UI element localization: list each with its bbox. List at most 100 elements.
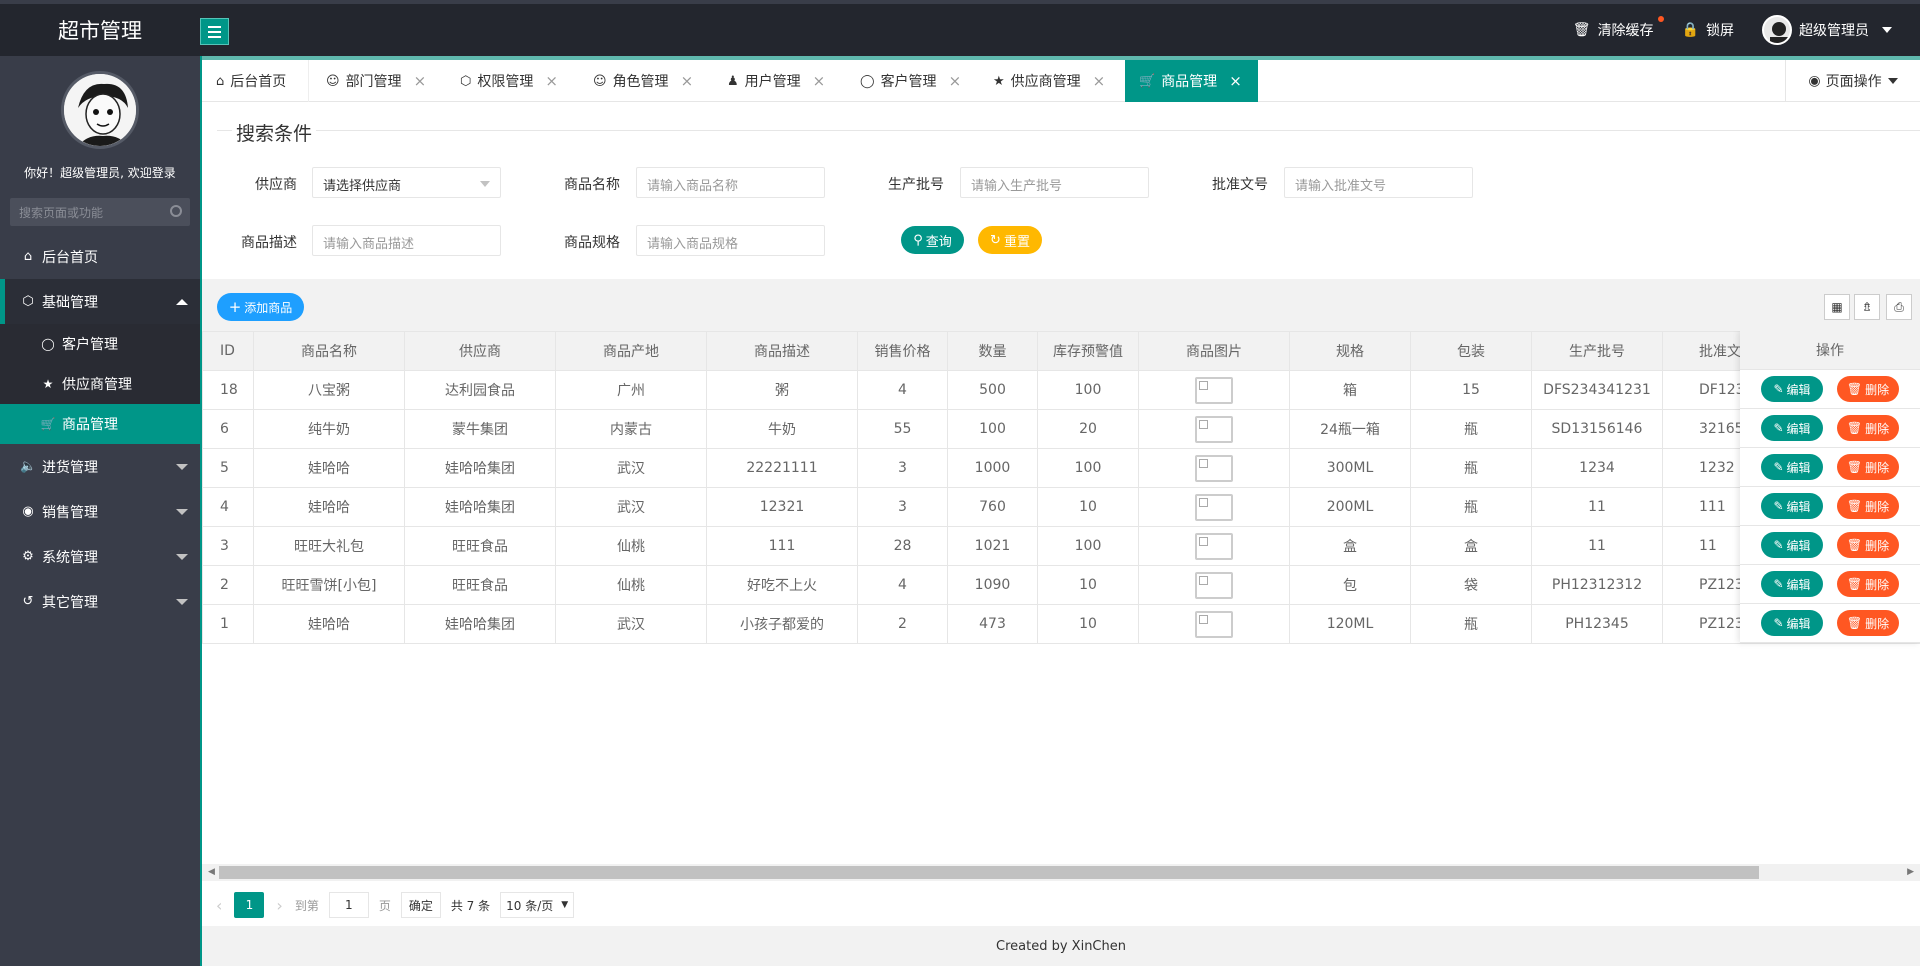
- edit-button[interactable]: ✎ 编辑: [1761, 571, 1823, 597]
- page-size-select[interactable]: 10 条/页 ▼: [500, 892, 575, 918]
- page-operations-dropdown[interactable]: ◉ 页面操作: [1785, 60, 1920, 102]
- page-operations-label: 页面操作: [1825, 74, 1882, 90]
- table-row[interactable]: 2 旺旺雪饼[小包] 旺旺食品 仙桃 好吃不上火 4 1090 10 包袋 PH12312312 P…: [202, 565, 1920, 605]
- table-cell: 11: [1531, 526, 1663, 566]
- table-cell: 473: [947, 604, 1038, 644]
- goods-image-cell: [1138, 487, 1290, 527]
- sidebar-item-purchase[interactable]: 🔈 进货管理: [0, 444, 200, 489]
- trash-icon: 🗑: [1572, 22, 1591, 38]
- table-cell: 3: [857, 487, 948, 527]
- supplier-select[interactable]: 请选择供应商: [312, 167, 501, 198]
- goods-spec-label: 商品规格: [564, 235, 620, 251]
- delete-button[interactable]: 🗑 删除: [1837, 571, 1899, 597]
- lock-label: 锁屏: [1706, 23, 1734, 39]
- tab-supplier[interactable]: ★ 供应商管理 ×: [993, 60, 1105, 102]
- page-1-button[interactable]: 1: [234, 892, 265, 918]
- table-cell: 旺旺雪饼[小包]: [253, 565, 405, 605]
- scroll-left-icon[interactable]: ◀: [208, 867, 215, 877]
- sidebar-item-home[interactable]: ⌂ 后台首页: [0, 234, 200, 279]
- column-header[interactable]: 规格: [1289, 331, 1411, 371]
- table-row[interactable]: 3 旺旺大礼包 旺旺食品 仙桃 111 28 1021 100 盒盒 11 11: [202, 526, 1920, 566]
- goto-page-input[interactable]: 1: [328, 892, 369, 918]
- tab-customer[interactable]: ◯ 客户管理 ×: [860, 60, 961, 102]
- edit-button[interactable]: ✎ 编辑: [1761, 415, 1823, 441]
- column-header[interactable]: 数量: [947, 331, 1038, 371]
- columns-filter-button[interactable]: ▦: [1824, 294, 1850, 320]
- print-button[interactable]: ⎙: [1886, 294, 1912, 320]
- table-row[interactable]: 4 娃哈哈 娃哈哈集团 武汉 12321 3 760 10 200ML 瓶 11 111: [202, 487, 1920, 527]
- table-row[interactable]: 6 纯牛奶 蒙牛集团 内蒙古 牛奶 55 100 20 24瓶一箱瓶 SD13156146 3216…: [202, 409, 1920, 449]
- delete-button[interactable]: 🗑 删除: [1837, 376, 1899, 402]
- goods-desc-input[interactable]: 请输入商品描述: [312, 225, 501, 256]
- column-header[interactable]: 供应商: [404, 331, 556, 371]
- delete-button[interactable]: 🗑 删除: [1837, 493, 1899, 519]
- close-icon[interactable]: ×: [681, 72, 694, 90]
- goods-name-input[interactable]: 请输入商品名称: [636, 167, 825, 198]
- close-icon[interactable]: ×: [545, 72, 558, 90]
- batch-input[interactable]: 请输入生产批号: [960, 167, 1149, 198]
- cart-icon: 🛒: [40, 417, 56, 431]
- column-header[interactable]: 包装: [1410, 331, 1532, 371]
- table-row[interactable]: 18 八宝粥 达利园食品 广州粥 4 500 100 箱 15 DFS234341231 DF123…: [202, 370, 1920, 410]
- edit-button[interactable]: ✎ 编辑: [1761, 610, 1823, 636]
- column-header[interactable]: 商品图片: [1138, 331, 1290, 371]
- add-goods-button[interactable]: + 添加商品: [217, 293, 304, 321]
- delete-button[interactable]: 🗑 删除: [1837, 532, 1899, 558]
- column-header[interactable]: 库存预警值: [1037, 331, 1139, 371]
- sidebar-item-basic[interactable]: ⬡ 基础管理: [0, 279, 200, 324]
- lock-screen-button[interactable]: 🔒 锁屏: [1682, 20, 1734, 40]
- column-header[interactable]: 商品描述: [706, 331, 858, 371]
- tab-role[interactable]: ☺ 角色管理 ×: [593, 60, 693, 102]
- sidebar-item-other[interactable]: ↺ 其它管理: [0, 579, 200, 624]
- sidebar-item-goods[interactable]: 🛒 商品管理: [0, 404, 200, 444]
- sidebar-item-label: 其它管理: [42, 594, 98, 611]
- prev-page-icon[interactable]: ‹: [216, 896, 222, 915]
- table-row[interactable]: 5 娃哈哈 娃哈哈集团 武汉 22221111 3 1000 100 300ML 瓶 1234 123…: [202, 448, 1920, 488]
- edit-button[interactable]: ✎ 编辑: [1761, 493, 1823, 519]
- column-header[interactable]: 商品名称: [253, 331, 405, 371]
- next-page-icon[interactable]: ›: [276, 896, 282, 915]
- sidebar-search-input[interactable]: 搜索页面或功能: [10, 198, 190, 226]
- edit-button[interactable]: ✎ 编辑: [1761, 376, 1823, 402]
- delete-button[interactable]: 🗑 删除: [1837, 610, 1899, 636]
- sidebar-item-system[interactable]: ⚙ 系统管理: [0, 534, 200, 579]
- approval-input[interactable]: 请输入批准文号: [1284, 167, 1473, 198]
- tab-home[interactable]: ⌂ 后台首页: [216, 60, 286, 102]
- close-icon[interactable]: ×: [813, 72, 826, 90]
- export-button[interactable]: ⇯: [1854, 294, 1880, 320]
- sidebar-item-label: 销售管理: [42, 504, 98, 521]
- tab-goods[interactable]: 🛒 商品管理 ×: [1125, 60, 1258, 102]
- tab-user[interactable]: ♟ 用户管理 ×: [727, 60, 825, 102]
- close-icon[interactable]: ×: [949, 72, 962, 90]
- goods-spec-input[interactable]: 请输入商品规格: [636, 225, 825, 256]
- scrollbar-thumb[interactable]: [219, 866, 1759, 879]
- close-icon[interactable]: ×: [414, 72, 427, 90]
- horizontal-scrollbar[interactable]: ◀ ▶: [202, 864, 1920, 881]
- column-header[interactable]: 商品产地: [555, 331, 707, 371]
- search-icon: [170, 205, 182, 217]
- goto-confirm-button[interactable]: 确定: [400, 892, 441, 918]
- delete-button[interactable]: 🗑 删除: [1837, 454, 1899, 480]
- sidebar-item-supplier[interactable]: ★ 供应商管理: [0, 364, 200, 404]
- sidebar-item-customer[interactable]: ◯ 客户管理: [0, 324, 200, 364]
- tab-permission[interactable]: ⬡ 权限管理 ×: [460, 60, 558, 102]
- edit-label: 编辑: [1786, 421, 1811, 436]
- table-row[interactable]: 1 娃哈哈 娃哈哈集团 武汉 小孩子都爱的 2 473 10 120ML 瓶 PH12345 PZ12…: [202, 604, 1920, 644]
- column-header[interactable]: ID: [202, 331, 254, 371]
- sidebar-item-sales[interactable]: ◉ 销售管理: [0, 489, 200, 534]
- clear-cache-button[interactable]: 🗑 清除缓存: [1572, 16, 1664, 40]
- query-button[interactable]: ⚲ 查询: [901, 226, 964, 254]
- column-header[interactable]: 生产批号: [1531, 331, 1663, 371]
- edit-button[interactable]: ✎ 编辑: [1761, 454, 1823, 480]
- scroll-right-icon[interactable]: ▶: [1907, 867, 1914, 877]
- column-header[interactable]: 销售价格: [857, 331, 948, 371]
- menu-toggle-button[interactable]: [200, 18, 229, 45]
- close-icon[interactable]: ×: [1093, 72, 1106, 90]
- delete-button[interactable]: 🗑 删除: [1837, 415, 1899, 441]
- reset-button[interactable]: ↻ 重置: [978, 226, 1042, 254]
- user-menu[interactable]: 超级管理员: [1762, 15, 1892, 45]
- edit-button[interactable]: ✎ 编辑: [1761, 532, 1823, 558]
- table-cell: 4: [857, 565, 948, 605]
- tab-department[interactable]: ☺ 部门管理 ×: [326, 60, 426, 102]
- close-icon[interactable]: ×: [1229, 72, 1242, 90]
